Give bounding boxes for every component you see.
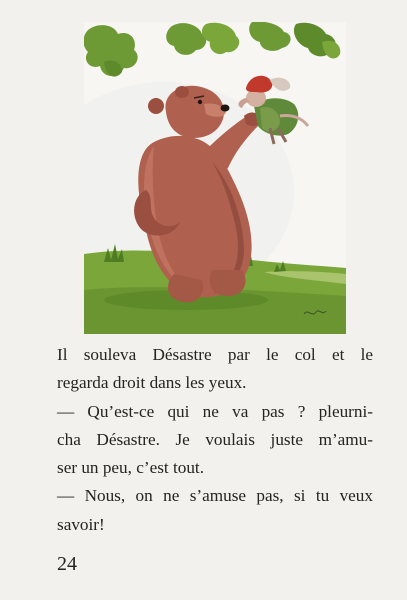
text-line: ser un peu, c’est tout. (57, 458, 205, 478)
text-line: cha Désastre. Je voulais juste m’amu- (57, 429, 373, 449)
text-line: — Qu’est-ce qui ne va pas ? pleurni- (57, 401, 373, 421)
text-line: regarda droit dans les yeux. (57, 373, 247, 393)
illustration (84, 22, 346, 334)
text-line: savoir! (57, 514, 105, 534)
page-number: 24 (57, 553, 77, 575)
book-page: Il souleva Désastre par le col et le reg… (0, 0, 407, 600)
story-text: Il souleva Désastre par le col et le reg… (57, 341, 373, 539)
bear-goblin-illustration (84, 22, 346, 334)
text-line: Il souleva Désastre par le col et le (57, 345, 373, 364)
text-line: — Nous, on ne s’amuse pas, si tu veux (57, 486, 373, 506)
